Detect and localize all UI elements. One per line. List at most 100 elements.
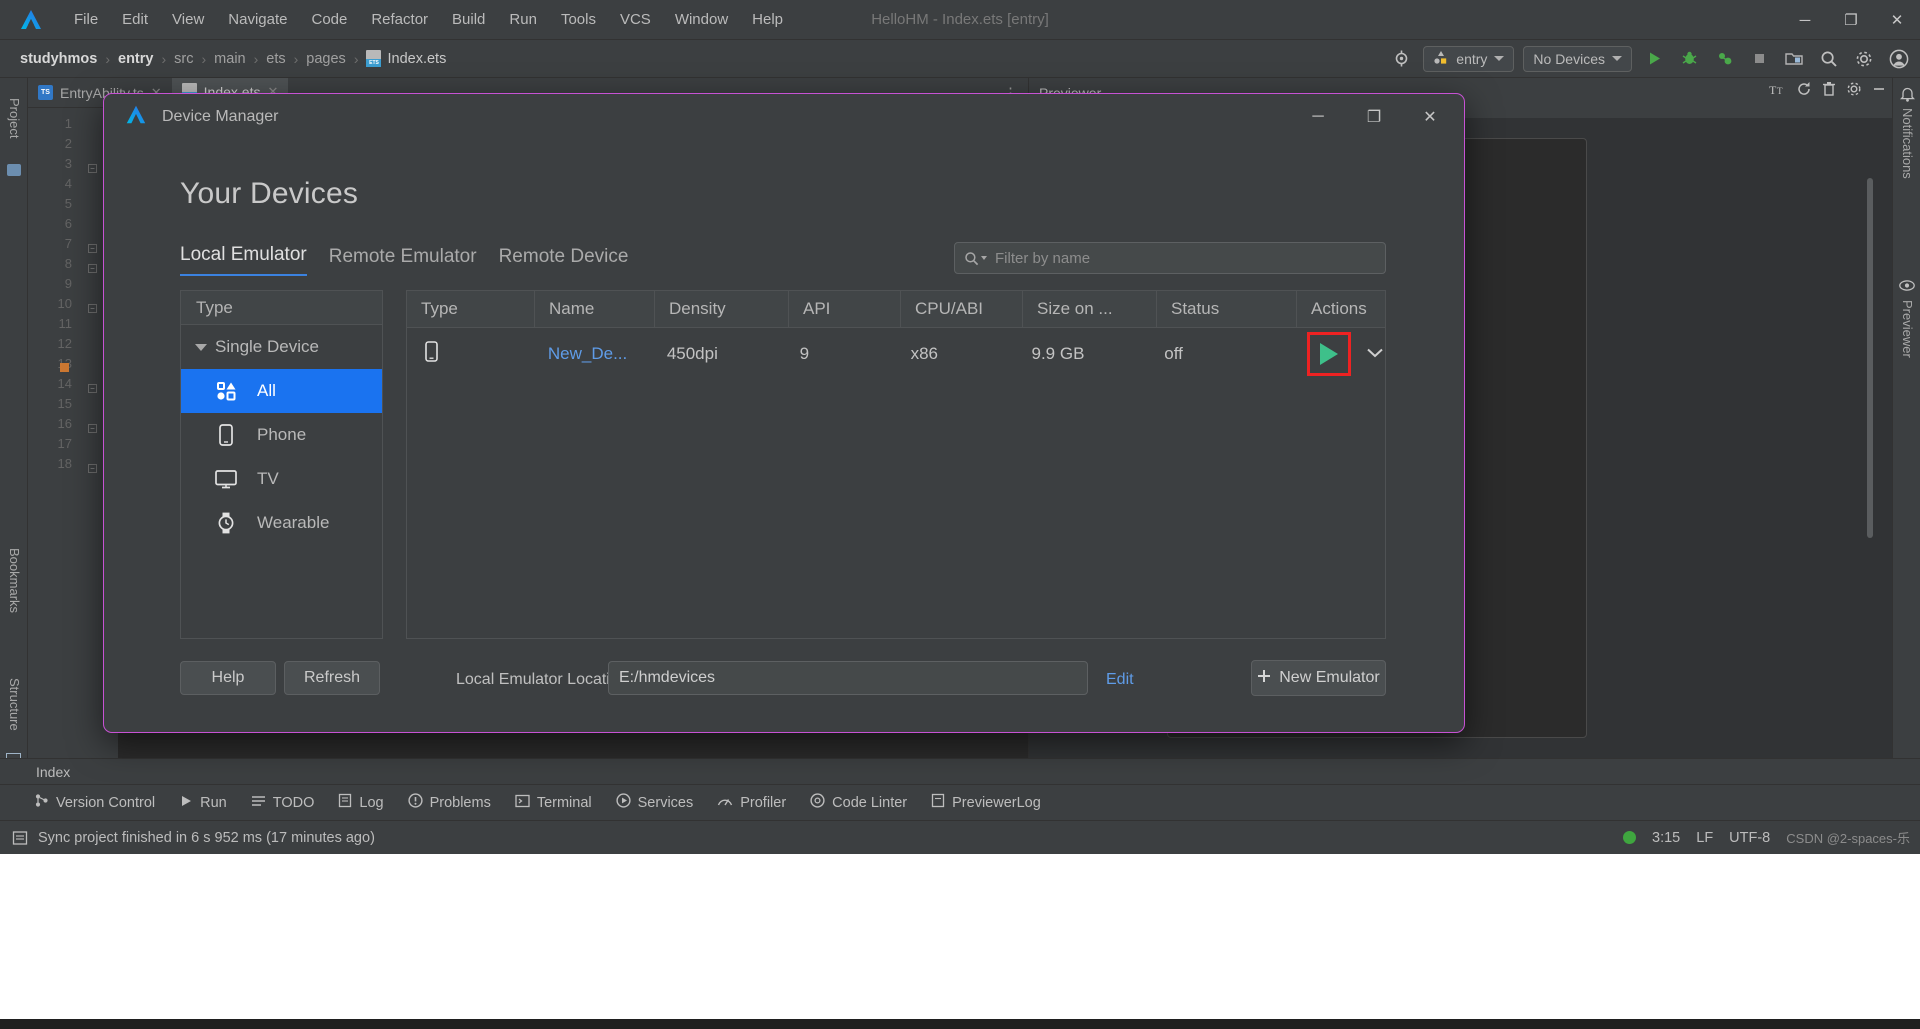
account-icon[interactable] — [1886, 46, 1912, 72]
column-header-status[interactable]: Status — [1157, 291, 1297, 327]
menu-run[interactable]: Run — [497, 7, 549, 32]
menu-tools[interactable]: Tools — [549, 7, 608, 32]
toolwindow-services[interactable]: Services — [606, 789, 704, 816]
title-bar: File Edit View Navigate Code Refactor Bu… — [0, 0, 1920, 40]
menu-refactor[interactable]: Refactor — [359, 7, 440, 32]
toolwindow-run[interactable]: Run — [169, 790, 237, 816]
breadcrumb-studyhmos[interactable]: studyhmos — [14, 49, 103, 69]
local-emulator-location-input[interactable]: E:/hmdevices — [608, 661, 1088, 695]
trash-icon[interactable] — [1822, 81, 1836, 100]
breadcrumb-file[interactable]: Index.ets — [360, 48, 452, 69]
maximize-button[interactable]: ❐ — [1828, 0, 1874, 40]
close-button[interactable]: ✕ — [1874, 0, 1920, 40]
refresh-icon[interactable] — [1796, 81, 1812, 100]
sidebar-item-bookmarks[interactable]: Bookmarks — [7, 548, 22, 613]
text-size-icon[interactable]: TT — [1769, 82, 1786, 100]
toolwindow-log[interactable]: Log — [328, 789, 393, 816]
minimize-icon[interactable] — [1872, 82, 1886, 99]
run-device-button[interactable] — [1307, 332, 1351, 376]
breadcrumb-main[interactable]: main — [208, 49, 251, 69]
new-emulator-button[interactable]: New Emulator — [1251, 660, 1386, 696]
profiler-icon — [717, 794, 733, 812]
toolwindow-terminal[interactable]: Terminal — [505, 790, 602, 816]
fold-icon[interactable]: − — [88, 464, 97, 473]
breadcrumb-separator: › — [253, 50, 259, 67]
sidebar-item-notifications[interactable]: Notifications — [1900, 108, 1915, 179]
menu-code[interactable]: Code — [299, 7, 359, 32]
run-icon[interactable] — [1641, 46, 1667, 72]
run-configuration-selector[interactable]: entry — [1423, 45, 1515, 72]
device-type-group-single-device[interactable]: Single Device — [181, 325, 382, 369]
tab-remote-device[interactable]: Remote Device — [499, 246, 629, 276]
dialog-close-button[interactable]: ✕ — [1402, 98, 1458, 136]
caret-position[interactable]: 3:15 — [1652, 830, 1680, 846]
cell-name[interactable]: New_De... — [534, 344, 653, 364]
eye-icon[interactable] — [1899, 278, 1915, 296]
column-header-actions[interactable]: Actions — [1297, 291, 1385, 327]
menu-file[interactable]: File — [62, 7, 110, 32]
fold-icon[interactable]: − — [88, 264, 97, 273]
column-header-type[interactable]: Type — [407, 291, 535, 327]
column-header-size-on-disk[interactable]: Size on ... — [1023, 291, 1157, 327]
fold-icon[interactable]: − — [88, 424, 97, 433]
fold-icon[interactable]: − — [88, 304, 97, 313]
toolwindow-version-control[interactable]: Version Control — [24, 789, 165, 816]
chevron-down-icon[interactable] — [1365, 344, 1385, 364]
menu-window[interactable]: Window — [663, 7, 740, 32]
toolwindow-code-linter[interactable]: Code Linter — [800, 789, 917, 816]
breadcrumb-src[interactable]: src — [168, 49, 199, 69]
column-header-api[interactable]: API — [789, 291, 901, 327]
breadcrumb-entry[interactable]: entry — [112, 49, 159, 69]
target-icon[interactable] — [1388, 46, 1414, 72]
file-encoding[interactable]: UTF-8 — [1729, 830, 1770, 846]
debug-icon[interactable] — [1676, 46, 1702, 72]
menu-vcs[interactable]: VCS — [608, 7, 663, 32]
edit-location-link[interactable]: Edit — [1106, 671, 1134, 689]
menu-help[interactable]: Help — [740, 7, 795, 32]
fold-icon[interactable]: − — [88, 384, 97, 393]
help-button[interactable]: Help — [180, 661, 276, 695]
toolwindow-previewer-log[interactable]: PreviewerLog — [921, 789, 1051, 816]
menu-build[interactable]: Build — [440, 7, 497, 32]
device-type-item-wearable[interactable]: Wearable — [181, 501, 382, 545]
breadcrumb-ets[interactable]: ets — [260, 49, 291, 69]
column-header-cpu-abi[interactable]: CPU/ABI — [901, 291, 1023, 327]
toolwindow-todo[interactable]: TODO — [241, 790, 325, 816]
table-row[interactable]: New_De... 450dpi 9 x86 9.9 GB off — [407, 328, 1385, 380]
device-type-item-all[interactable]: All — [181, 369, 382, 413]
filter-search-box[interactable]: Filter by name — [954, 242, 1386, 274]
gear-icon[interactable] — [1846, 81, 1862, 100]
fold-icon[interactable]: − — [88, 164, 97, 173]
bell-icon[interactable] — [1899, 86, 1916, 107]
tab-remote-emulator[interactable]: Remote Emulator — [329, 246, 477, 276]
dialog-minimize-button[interactable]: ─ — [1290, 98, 1346, 136]
menu-edit[interactable]: Edit — [110, 7, 160, 32]
device-type-item-tv[interactable]: TV — [181, 457, 382, 501]
search-icon[interactable] — [1816, 46, 1842, 72]
profile-icon[interactable] — [1711, 46, 1737, 72]
column-header-density[interactable]: Density — [655, 291, 789, 327]
previewer-scrollbar[interactable] — [1867, 178, 1873, 538]
column-header-name[interactable]: Name — [535, 291, 655, 327]
device-type-item-phone[interactable]: Phone — [181, 413, 382, 457]
tab-local-emulator[interactable]: Local Emulator — [180, 244, 307, 276]
cell-type — [407, 341, 534, 367]
line-separator[interactable]: LF — [1696, 830, 1713, 846]
toolwindow-problems[interactable]: Problems — [398, 789, 501, 816]
fold-icon[interactable]: − — [88, 244, 97, 253]
sidebar-item-previewer[interactable]: Previewer — [1900, 300, 1915, 358]
menu-navigate[interactable]: Navigate — [216, 7, 299, 32]
sidebar-item-project[interactable]: Project — [7, 98, 22, 138]
stop-icon[interactable] — [1746, 46, 1772, 72]
minimize-button[interactable]: ─ — [1782, 0, 1828, 40]
menu-view[interactable]: View — [160, 7, 216, 32]
event-log-icon[interactable] — [12, 830, 28, 846]
gear-icon[interactable] — [1851, 46, 1877, 72]
sidebar-item-structure[interactable]: Structure — [7, 678, 22, 731]
device-selector[interactable]: No Devices — [1523, 45, 1632, 72]
breadcrumb-pages[interactable]: pages — [300, 49, 352, 69]
dialog-maximize-button[interactable]: ❐ — [1346, 98, 1402, 136]
toolwindow-profiler[interactable]: Profiler — [707, 790, 796, 816]
refresh-button[interactable]: Refresh — [284, 661, 380, 695]
device-file-browser-icon[interactable] — [1781, 46, 1807, 72]
